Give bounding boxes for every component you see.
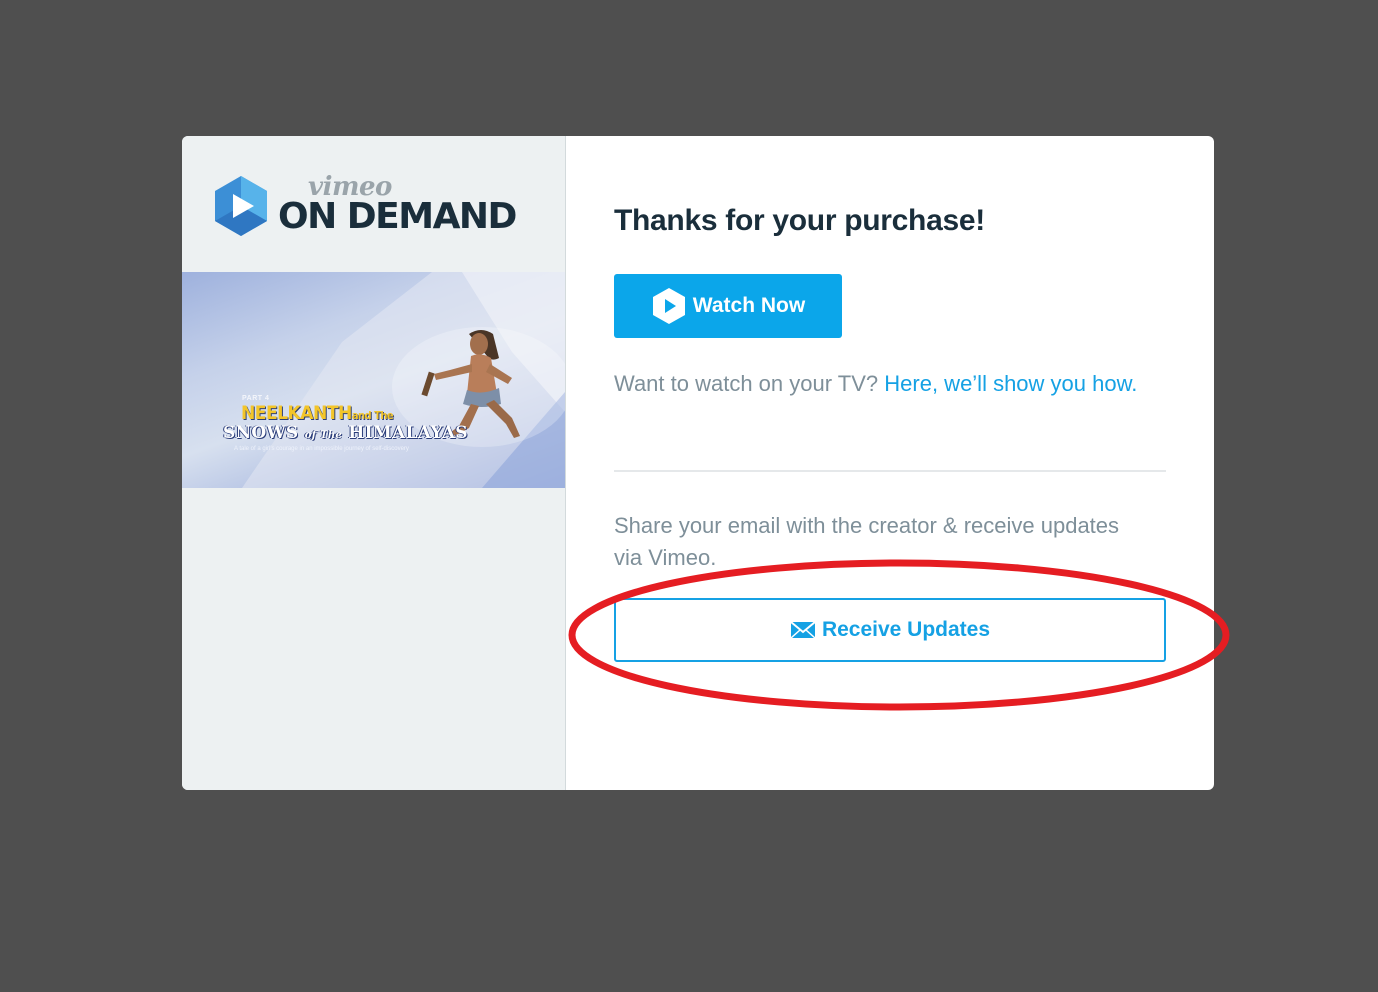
receive-updates-button[interactable]: Receive Updates <box>614 598 1166 662</box>
purchase-details-panel: Thanks for your purchase! Watch Now Want… <box>566 136 1214 790</box>
poster-tagline: A tale of a girl's courage in an impossi… <box>234 446 409 452</box>
play-hexagon-icon <box>652 288 685 324</box>
poster-title-line-1: NEELKANTHand The <box>241 402 394 424</box>
vimeo-on-demand-logo: vimeo ON DEMAND <box>212 172 532 242</box>
share-email-description: Share your email with the creator & rece… <box>614 513 1120 570</box>
poster-title-connector: and The <box>351 409 394 422</box>
poster-title-of-the: of The <box>304 430 343 441</box>
purchase-confirmation-modal: vimeo ON DEMAND PART 4 NEELKANTHand The … <box>182 136 1214 790</box>
poster-title-himalayas: HIMALAYAS <box>348 423 468 443</box>
tv-instructions: Want to watch on your TV? Here, we’ll sh… <box>614 368 1174 400</box>
vimeo-on-demand-play-hexagon-icon <box>215 176 267 236</box>
poster-title-main: NEELKANTH <box>241 402 352 424</box>
watch-now-button[interactable]: Watch Now <box>614 274 842 338</box>
divider <box>614 470 1166 472</box>
logo-on-demand-text: ON DEMAND <box>278 196 517 237</box>
envelope-icon <box>790 621 816 639</box>
poster-part-label: PART 4 <box>242 395 270 402</box>
receive-updates-label: Receive Updates <box>821 618 991 641</box>
page-title: Thanks for your purchase! <box>614 204 985 237</box>
movie-poster: PART 4 NEELKANTHand The SNOWS of The HIM… <box>182 272 565 488</box>
poster-title-snows: SNOWS <box>223 423 299 443</box>
tv-prompt: Want to watch on your TV? <box>614 371 879 396</box>
tv-help-link[interactable]: Here, we’ll show you how. <box>884 371 1137 396</box>
poster-artwork <box>242 272 565 488</box>
product-sidebar: vimeo ON DEMAND PART 4 NEELKANTHand The … <box>182 136 566 790</box>
poster-title-line-2: SNOWS of The HIMALAYAS <box>223 423 468 443</box>
watch-now-label: Watch Now <box>692 294 806 317</box>
